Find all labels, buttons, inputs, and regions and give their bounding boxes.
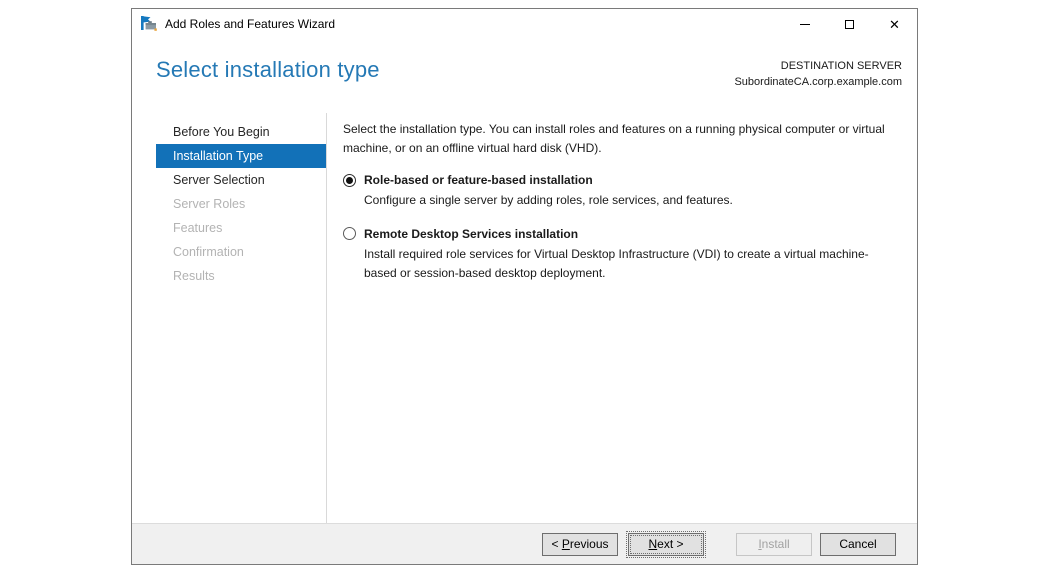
radio-remote-desktop-icon[interactable]	[343, 227, 356, 241]
minimize-button[interactable]	[782, 9, 827, 39]
maximize-icon	[845, 19, 854, 29]
minimize-icon	[799, 23, 810, 25]
install-button[interactable]: Install	[736, 532, 812, 556]
option-remote-desktop-label[interactable]: Remote Desktop Services installation	[364, 227, 578, 241]
wizard-window: Add Roles and Features Wizard ✕ Select i…	[131, 8, 918, 565]
option-role-based-description: Configure a single server by adding role…	[364, 193, 733, 208]
sidebar-item-before-you-begin[interactable]: Before You Begin	[156, 120, 326, 144]
option-role-based-row[interactable]: Role-based or feature-based installation	[343, 173, 897, 187]
sidebar-item-installation-type[interactable]: Installation Type	[156, 144, 326, 168]
wizard-footer: < Previous Next > Install Cancel	[132, 523, 917, 564]
close-button[interactable]: ✕	[872, 9, 917, 39]
wizard-content: Select the installation type. You can in…	[327, 113, 917, 523]
titlebar: Add Roles and Features Wizard ✕	[132, 9, 917, 39]
wizard-app-icon	[141, 16, 158, 32]
intro-text: Select the installation type. You can in…	[343, 122, 885, 156]
sidebar-item-results: Results	[173, 269, 215, 283]
page-title: Select installation type	[156, 57, 380, 82]
option-role-based-label[interactable]: Role-based or feature-based installation	[364, 173, 593, 187]
maximize-button[interactable]	[827, 9, 872, 39]
cancel-button[interactable]: Cancel	[820, 532, 896, 556]
wizard-steps-sidebar: Before You Begin Installation Type Serve…	[132, 113, 327, 523]
destination-server-label: DESTINATION SERVER	[780, 60, 902, 72]
window-controls: ✕	[782, 9, 917, 39]
sidebar-item-server-roles: Server Roles	[173, 197, 246, 211]
destination-server-block: DESTINATION SERVER SubordinateCA.corp.ex…	[734, 59, 902, 113]
wizard-header: Select installation type DESTINATION SER…	[132, 39, 917, 113]
sidebar-item-confirmation: Confirmation	[173, 245, 244, 259]
option-role-based: Role-based or feature-based installation…	[343, 173, 897, 210]
next-button[interactable]: Next >	[626, 530, 706, 558]
wizard-body: Before You Begin Installation Type Serve…	[132, 113, 917, 523]
close-icon: ✕	[889, 16, 900, 32]
sidebar-item-server-selection[interactable]: Server Selection	[156, 168, 326, 192]
previous-button[interactable]: < Previous	[542, 532, 618, 556]
window-title: Add Roles and Features Wizard	[165, 17, 336, 31]
option-remote-desktop-row[interactable]: Remote Desktop Services installation	[343, 227, 897, 241]
option-remote-desktop-description: Install required role services for Virtu…	[364, 246, 869, 280]
radio-role-based-icon[interactable]	[343, 173, 356, 187]
option-remote-desktop: Remote Desktop Services installation Ins…	[343, 227, 897, 282]
sidebar-item-features: Features	[173, 221, 223, 235]
destination-server-name: SubordinateCA.corp.example.com	[734, 75, 902, 88]
